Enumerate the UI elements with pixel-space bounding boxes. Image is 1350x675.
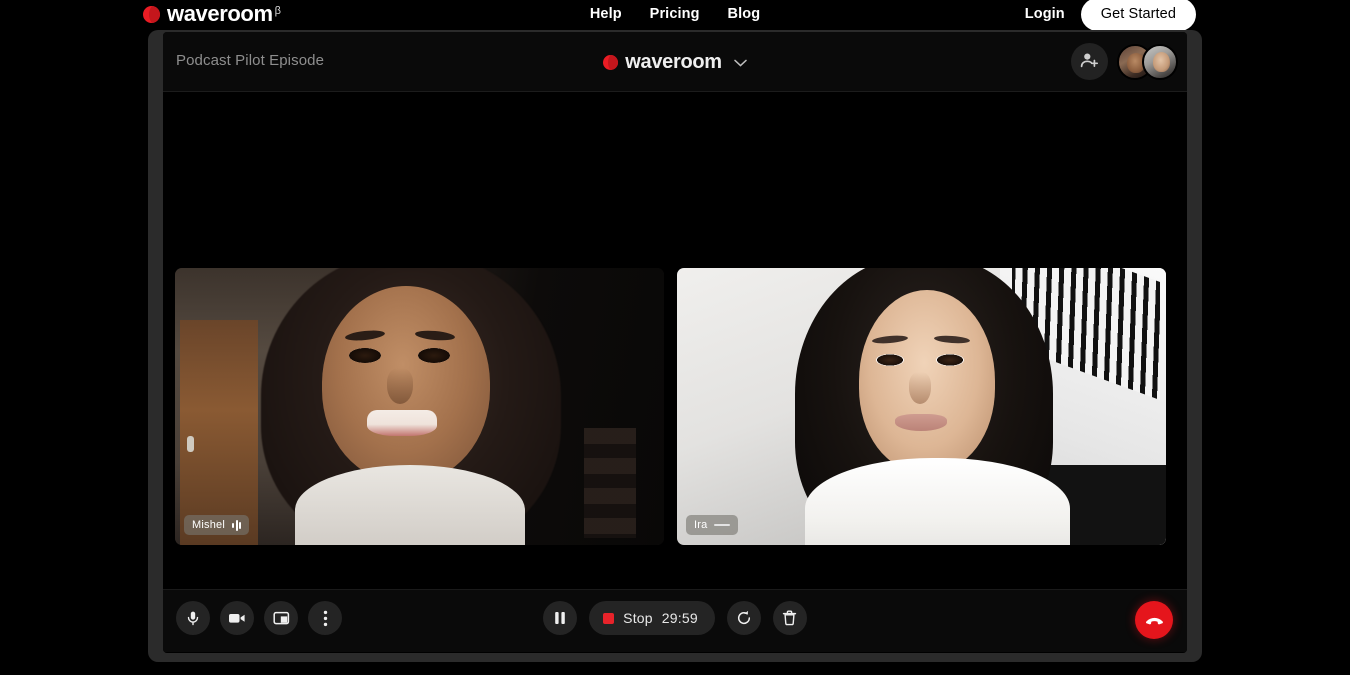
restart-recording-button[interactable] xyxy=(726,601,761,635)
app-brand-name: waveroom xyxy=(625,51,722,73)
audio-level-icon xyxy=(232,519,241,531)
nav-actions: Login Get Started xyxy=(1025,0,1196,31)
participant-name-badge: Mishel xyxy=(184,515,249,535)
add-person-button[interactable] xyxy=(1071,43,1108,80)
header-participants xyxy=(1071,43,1178,80)
stop-label: Stop xyxy=(623,610,653,626)
restart-icon xyxy=(736,610,752,626)
participant-name: Ira xyxy=(694,519,708,531)
chevron-down-icon[interactable] xyxy=(734,54,747,72)
video-tile[interactable]: Ira xyxy=(677,268,1166,545)
participant-name-badge: Ira xyxy=(686,515,739,535)
delete-recording-button[interactable] xyxy=(772,601,807,635)
get-started-button[interactable]: Get Started xyxy=(1080,0,1196,31)
participant-video-feed xyxy=(677,268,1166,545)
participant-video-feed xyxy=(175,268,664,545)
pause-icon xyxy=(554,611,566,625)
hangup-phone-icon xyxy=(1144,608,1165,632)
add-person-icon xyxy=(1080,51,1099,73)
waveroom-dot-logo-icon xyxy=(603,55,619,70)
audio-level-flat-icon xyxy=(714,519,731,531)
trash-icon xyxy=(782,610,797,626)
waveroom-app-window: Podcast Pilot Episode waveroom Mishel Ir… xyxy=(163,32,1187,653)
video-tile-grid: Mishel Ira xyxy=(175,268,1166,545)
page-root: waveroom β Help Pricing Blog Login Get S… xyxy=(0,0,1350,675)
login-link[interactable]: Login xyxy=(1025,6,1065,22)
control-bar-center: Stop 29:59 xyxy=(163,601,1187,635)
video-stage: Mishel Ira xyxy=(163,92,1187,590)
stop-recording-button[interactable]: Stop 29:59 xyxy=(589,601,715,635)
nav-link-pricing[interactable]: Pricing xyxy=(650,5,700,23)
end-call-button[interactable] xyxy=(1135,601,1173,639)
recording-timer: 29:59 xyxy=(661,610,698,626)
control-bar: Stop 29:59 xyxy=(163,590,1187,652)
avatar[interactable] xyxy=(1142,43,1178,80)
video-tile[interactable]: Mishel xyxy=(175,268,664,545)
pause-recording-button[interactable] xyxy=(543,601,578,635)
recording-indicator-icon xyxy=(603,612,615,624)
site-navbar: waveroom β Help Pricing Blog Login Get S… xyxy=(0,0,1350,31)
nav-link-help[interactable]: Help xyxy=(590,5,622,23)
participant-name: Mishel xyxy=(192,519,225,531)
session-title: Podcast Pilot Episode xyxy=(176,52,325,69)
nav-link-blog[interactable]: Blog xyxy=(728,5,761,23)
app-header: Podcast Pilot Episode waveroom xyxy=(163,32,1187,92)
control-bar-right xyxy=(1135,601,1173,639)
